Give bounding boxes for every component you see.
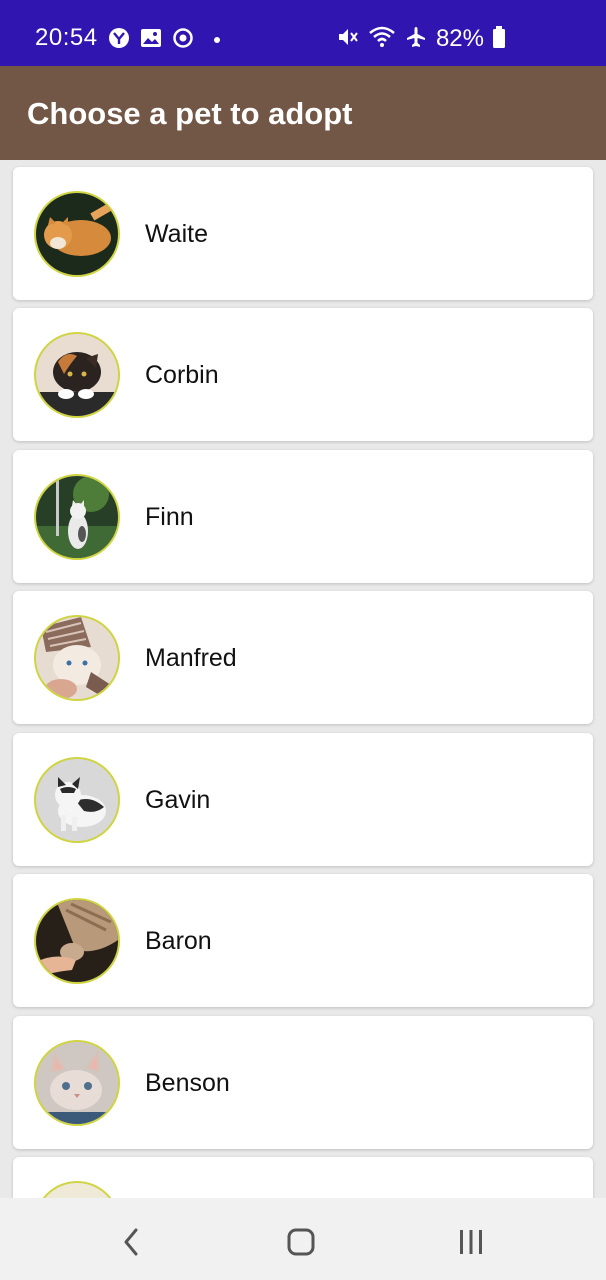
battery-percent: 82% <box>435 25 484 52</box>
back-icon[interactable] <box>111 1222 151 1262</box>
navigation-bar <box>0 1198 606 1280</box>
app-bar: Choose a pet to adopt <box>0 66 606 160</box>
airplane-mode-icon <box>404 25 428 54</box>
pet-card-baron[interactable]: Baron <box>13 874 593 1007</box>
pet-name: Gavin <box>145 786 211 814</box>
mute-icon <box>336 25 360 54</box>
home-icon[interactable] <box>281 1222 321 1262</box>
pet-name: Manfred <box>145 644 237 672</box>
pet-name: Finn <box>145 503 194 531</box>
pet-card-benson[interactable]: Benson <box>13 1016 593 1149</box>
notification-dot-icon <box>214 37 220 43</box>
pet-card-waite[interactable]: Waite <box>13 167 593 300</box>
recents-icon[interactable] <box>451 1222 491 1262</box>
yahoo-mail-icon <box>108 27 130 54</box>
pet-name: Corbin <box>145 361 219 389</box>
pet-photo <box>34 757 120 843</box>
status-left-icons <box>108 27 220 54</box>
pet-list[interactable]: Waite Corbin Finn Manfred Gavin Baron Be… <box>0 160 606 1198</box>
pet-photo <box>34 1181 120 1198</box>
pet-card-finn[interactable]: Finn <box>13 450 593 583</box>
page-title: Choose a pet to adopt <box>27 96 353 131</box>
pet-card-corbin[interactable]: Corbin <box>13 308 593 441</box>
pet-card-gavin[interactable]: Gavin <box>13 733 593 866</box>
pet-photo <box>34 332 120 418</box>
pet-photo <box>34 898 120 984</box>
status-right-icons: 82% <box>336 24 506 54</box>
pet-photo <box>34 1040 120 1126</box>
gallery-icon <box>140 27 162 54</box>
status-bar: 20:54 82% <box>0 0 606 66</box>
pet-photo <box>34 615 120 701</box>
status-time: 20:54 <box>35 24 98 51</box>
pet-photo <box>34 191 120 277</box>
sync-icon <box>172 27 194 54</box>
pet-photo <box>34 474 120 560</box>
pet-card-manfred[interactable]: Manfred <box>13 591 593 724</box>
wifi-icon <box>368 25 396 54</box>
pet-name: Baron <box>145 927 212 955</box>
battery-icon <box>492 25 506 54</box>
pet-name: Waite <box>145 220 208 248</box>
pet-card-partial[interactable] <box>13 1157 593 1198</box>
pet-name: Benson <box>145 1069 230 1097</box>
